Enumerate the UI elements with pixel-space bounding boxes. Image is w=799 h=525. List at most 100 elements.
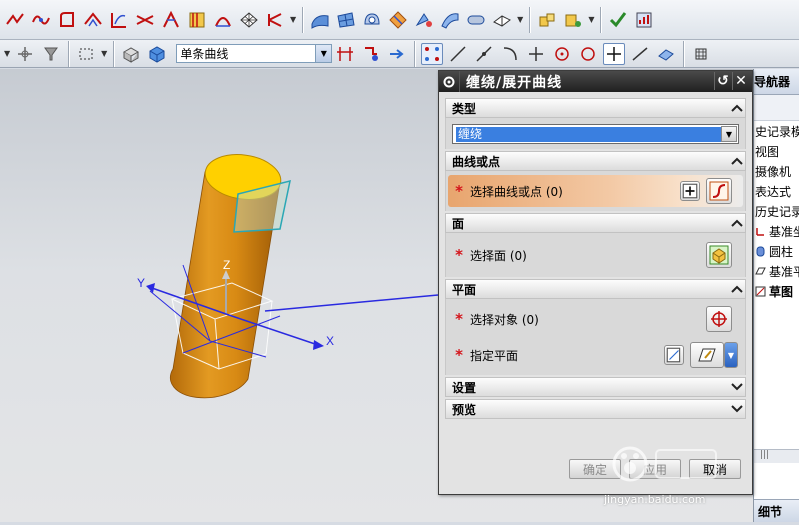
chevron-up-icon[interactable]: [729, 215, 745, 231]
snap-on-curve-icon[interactable]: [629, 43, 651, 65]
select-object-row[interactable]: * 选择对象 (0): [448, 303, 743, 335]
more-dropdown-icon[interactable]: ▼: [588, 15, 594, 24]
reset-icon[interactable]: ↺: [714, 72, 732, 90]
details-panel-header[interactable]: 细节: [754, 499, 799, 522]
nav-item-history-mode[interactable]: 史记录模式: [754, 121, 799, 141]
nav-item-model-history[interactable]: 历史记录: [754, 201, 799, 221]
face-select-icon[interactable]: [706, 242, 732, 268]
close-icon[interactable]: ✕: [732, 72, 750, 90]
nav-item-cylinder[interactable]: 圆柱: [754, 241, 799, 261]
analysis-icon[interactable]: [633, 9, 655, 31]
cancel-button[interactable]: 取消: [689, 459, 741, 479]
toolbar-separator: [683, 40, 685, 67]
fillet-curve-icon[interactable]: [56, 9, 78, 31]
more-dropdown-icon[interactable]: ▼: [101, 49, 107, 58]
type-section-header[interactable]: 类型: [445, 98, 746, 118]
curve-section-header[interactable]: 曲线或点: [445, 151, 746, 171]
specify-plane-row[interactable]: * 指定平面 ▼: [448, 339, 743, 371]
snap-arc-center-icon[interactable]: [551, 43, 573, 65]
snap-midpoint-icon[interactable]: [473, 43, 495, 65]
section-title: 曲线或点: [452, 154, 501, 169]
surface-patch-icon[interactable]: [361, 9, 383, 31]
sketch-line[interactable]: [264, 294, 439, 312]
chevron-up-icon[interactable]: [729, 153, 745, 169]
navigator-scrollbar[interactable]: |||: [754, 449, 799, 463]
curve-select-icon[interactable]: [706, 178, 732, 204]
chevron-down-icon[interactable]: ▼: [721, 126, 737, 142]
snap-line-icon[interactable]: [447, 43, 469, 65]
face-section-body: * 选择面 (0): [445, 233, 746, 277]
nav-item-datum-plane[interactable]: 基准平: [754, 261, 799, 281]
inferred-plane-icon[interactable]: [690, 342, 724, 368]
rectangle-select-icon[interactable]: [75, 43, 97, 65]
ok-button[interactable]: 确定: [569, 459, 621, 479]
nav-item-expressions[interactable]: 表达式: [754, 181, 799, 201]
type-section-body: 缠绕 ▼: [445, 118, 746, 149]
nav-item-datum-csys[interactable]: 基准坐: [754, 221, 799, 241]
grid-icon[interactable]: [690, 43, 712, 65]
snap-on-face-icon[interactable]: [655, 43, 677, 65]
sketch-icon: [755, 286, 766, 296]
plane-dialog-icon[interactable]: [664, 345, 684, 365]
stop-at-intersection-icon[interactable]: [334, 43, 356, 65]
dialog-title-bar[interactable]: 缠绕/展开曲线 ↺ ✕: [439, 71, 752, 92]
intersect-curve-icon[interactable]: [134, 9, 156, 31]
surface-sweep-icon[interactable]: [309, 9, 331, 31]
follow-fillet-icon[interactable]: [360, 43, 382, 65]
face-section-header[interactable]: 面: [445, 213, 746, 233]
gear-icon[interactable]: [439, 71, 460, 92]
view-cube-icon[interactable]: [146, 43, 168, 65]
select-face-row[interactable]: * 选择面 (0): [448, 239, 743, 271]
chevron-up-icon[interactable]: [729, 100, 745, 116]
snap-intersection-icon[interactable]: [525, 43, 547, 65]
snap-quadrant-icon[interactable]: [577, 43, 599, 65]
surface-trim-icon[interactable]: [387, 9, 409, 31]
datum-plane-icon: [755, 267, 766, 274]
point-dialog-icon[interactable]: [680, 181, 700, 201]
select-filter-icon[interactable]: [40, 43, 62, 65]
nav-item-cameras[interactable]: 摄像机: [754, 161, 799, 181]
extract-curve-icon[interactable]: [160, 9, 182, 31]
surface-group-icon[interactable]: [491, 9, 513, 31]
crosshair-select-icon[interactable]: [706, 306, 732, 332]
surface-tube-icon[interactable]: [465, 9, 487, 31]
chevron-up-icon[interactable]: [729, 281, 745, 297]
assembly-icon[interactable]: [536, 9, 558, 31]
apply-label: 应用: [642, 462, 667, 477]
preview-section-header[interactable]: 预览: [445, 399, 746, 419]
curve-group-icon[interactable]: [264, 9, 286, 31]
component-icon[interactable]: [562, 9, 584, 31]
apply-button[interactable]: 应用: [629, 459, 681, 479]
view-shaded-icon[interactable]: [120, 43, 142, 65]
check-icon[interactable]: [607, 9, 629, 31]
snap-point-icon[interactable]: [14, 43, 36, 65]
section-curve-icon[interactable]: [186, 9, 208, 31]
more-dropdown-icon[interactable]: ▼: [517, 15, 523, 24]
surface-extend-icon[interactable]: [413, 9, 435, 31]
snap-existing-point-icon[interactable]: [603, 42, 626, 65]
surface-mesh-icon[interactable]: [335, 9, 357, 31]
settings-section-header[interactable]: 设置: [445, 377, 746, 397]
more-dropdown-icon[interactable]: ▼: [290, 15, 296, 24]
snap-endpoint-icon[interactable]: [421, 42, 444, 65]
curve-tool-icon[interactable]: [4, 9, 26, 31]
offset-curve-icon[interactable]: [82, 9, 104, 31]
chevron-down-icon[interactable]: ▼: [315, 45, 332, 62]
chevron-down-icon[interactable]: [729, 379, 745, 395]
surface-blend-icon[interactable]: [439, 9, 461, 31]
spline-icon[interactable]: [30, 9, 52, 31]
plane-section-header[interactable]: 平面: [445, 279, 746, 299]
type-select[interactable]: 缠绕 ▼: [452, 124, 739, 144]
project-curve-icon[interactable]: [108, 9, 130, 31]
wrap-curve-icon[interactable]: [212, 9, 234, 31]
select-curve-row[interactable]: * 选择曲线或点 (0): [448, 175, 743, 207]
nav-item-sketch[interactable]: 草图: [754, 281, 799, 301]
arrow-right-icon[interactable]: [386, 43, 408, 65]
mesh-curve-icon[interactable]: [238, 9, 260, 31]
curve-rule-select[interactable]: 单条曲线 ▼: [176, 44, 333, 63]
chevron-down-icon[interactable]: [729, 401, 745, 417]
menu-dropdown-icon[interactable]: ▼: [4, 49, 10, 58]
snap-tangent-icon[interactable]: [499, 43, 521, 65]
plane-type-dropdown[interactable]: ▼: [724, 342, 738, 368]
nav-item-views[interactable]: 视图: [754, 141, 799, 161]
